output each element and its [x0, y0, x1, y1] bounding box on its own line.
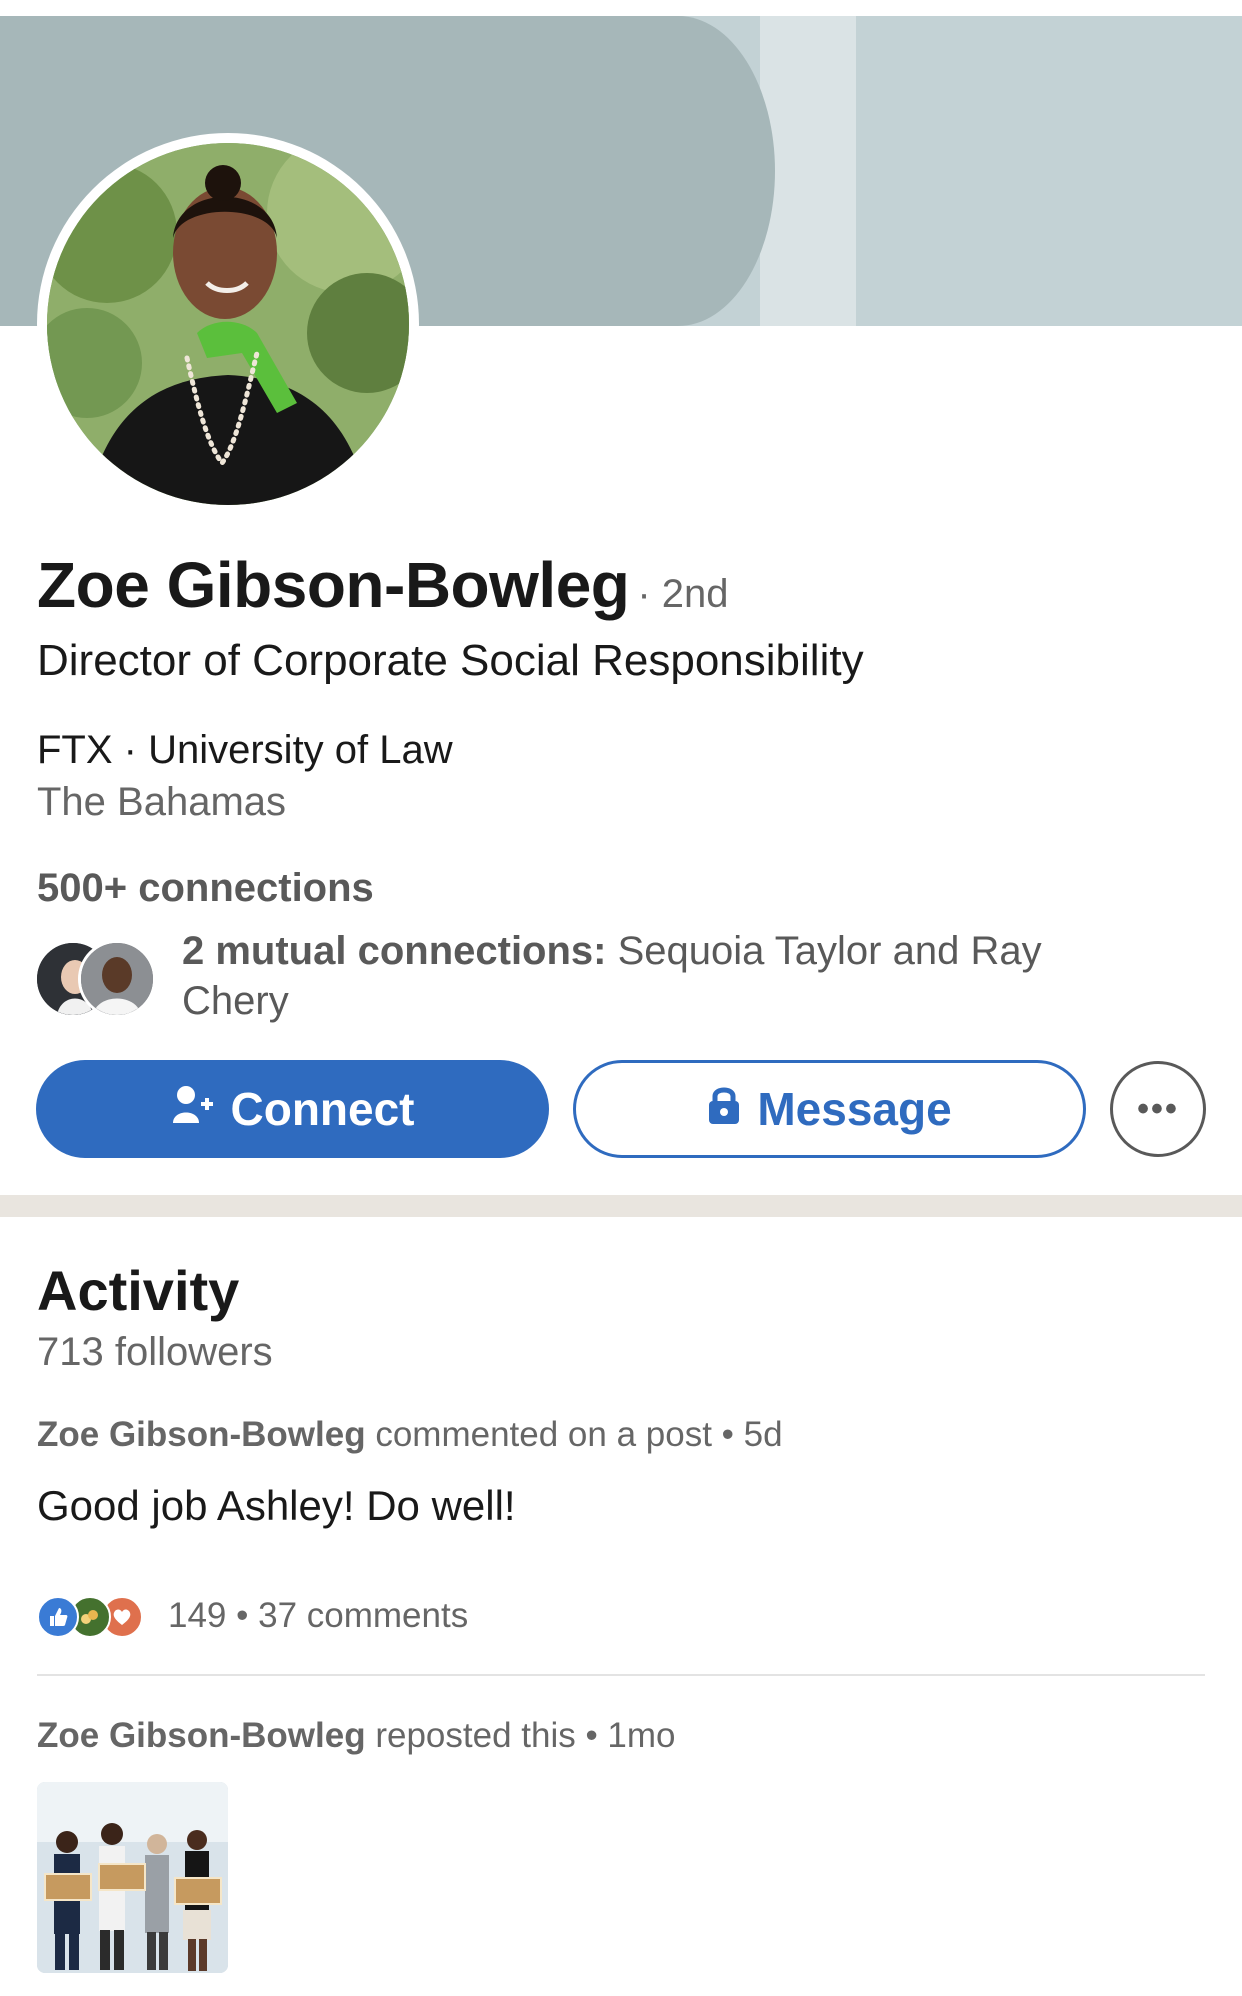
repost-thumbnail[interactable]: [37, 1782, 228, 1973]
activity-comment-text[interactable]: Good job Ashley! Do well!: [37, 1482, 516, 1530]
connect-button[interactable]: Connect: [36, 1060, 549, 1158]
more-horizontal-icon: •••: [1137, 1089, 1179, 1128]
activity-actor: Zoe Gibson-Bowleg: [37, 1716, 366, 1755]
activity-separator: [37, 1674, 1205, 1676]
message-button[interactable]: Message: [573, 1060, 1086, 1158]
profile-company-school: FTX · University of Law: [37, 728, 453, 772]
activity-item-2-meta[interactable]: Zoe Gibson-Bowleg reposted this • 1mo: [37, 1716, 676, 1756]
profile-headline: Director of Corporate Social Responsibil…: [37, 636, 864, 685]
lock-icon: [707, 1082, 741, 1136]
connection-degree: · 2nd: [637, 572, 729, 616]
connect-label: Connect: [230, 1083, 415, 1135]
profile-name: Zoe Gibson-Bowleg: [37, 549, 630, 621]
mutual-connections-text[interactable]: 2 mutual connections: Sequoia Taylor and…: [182, 926, 1062, 1026]
comments-count: • 37 comments: [226, 1596, 469, 1635]
followers-count: 713 followers: [37, 1330, 273, 1374]
reactions-count: 149: [168, 1596, 227, 1635]
profile-location: The Bahamas: [37, 780, 287, 824]
activity-action: reposted this • 1mo: [365, 1716, 676, 1755]
reaction-icons[interactable]: [37, 1593, 143, 1641]
mutual-connections-avatars[interactable]: [34, 940, 164, 1018]
banner-shape-right: [856, 16, 1242, 326]
connections-count[interactable]: 500+ connections: [37, 866, 374, 911]
like-icon: [37, 1596, 79, 1638]
activity-item-1-meta[interactable]: Zoe Gibson-Bowleg commented on a post • …: [37, 1415, 783, 1455]
profile-photo: [47, 143, 409, 505]
section-divider: [0, 1195, 1242, 1217]
mutual-avatar-2: [78, 940, 156, 1018]
name-row: Zoe Gibson-Bowleg · 2nd: [37, 548, 729, 622]
mutual-connections-count: 2 mutual connections:: [182, 929, 607, 973]
activity-title: Activity: [37, 1259, 240, 1322]
activity-actor: Zoe Gibson-Bowleg: [37, 1415, 366, 1454]
message-label: Message: [757, 1083, 952, 1135]
person-add-icon: [171, 1082, 215, 1136]
more-button[interactable]: •••: [1110, 1061, 1206, 1157]
profile-avatar[interactable]: [37, 133, 419, 515]
activity-action: commented on a post • 5d: [365, 1415, 783, 1454]
reaction-counts[interactable]: 149 • 37 comments: [168, 1596, 468, 1636]
